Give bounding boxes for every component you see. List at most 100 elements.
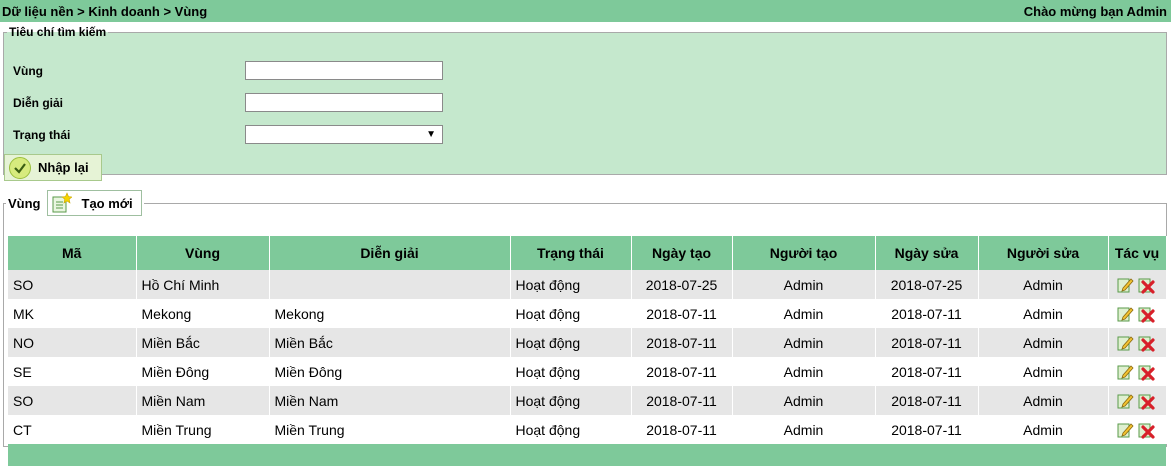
created-date-cell: 2018-07-11 <box>631 357 733 386</box>
region-cell: Miền Bắc <box>136 328 270 357</box>
table-row[interactable]: MK Mekong Mekong Hoạt động 2018-07-11 Ad… <box>8 299 1167 328</box>
description-label: Diễn giải <box>13 96 64 110</box>
edit-icon[interactable] <box>1116 363 1134 381</box>
created-by-cell: Admin <box>732 415 876 444</box>
modified-date-cell: 2018-07-11 <box>875 299 979 328</box>
created-date-cell: 2018-07-25 <box>631 270 733 299</box>
table-header-row: Mã Vùng Diễn giải Trạng thái Ngày tạo Ng… <box>8 236 1167 270</box>
code-cell: SO <box>8 386 137 415</box>
modified-date-cell: 2018-07-11 <box>875 415 979 444</box>
table-footer-bar <box>8 444 1166 466</box>
column-header[interactable]: Mã <box>8 236 137 270</box>
description-cell <box>269 270 511 299</box>
code-cell: SE <box>8 357 137 386</box>
code-cell: CT <box>8 415 137 444</box>
top-bar: Dữ liệu nền > Kinh doanh > Vùng Chào mừn… <box>0 0 1171 22</box>
edit-icon[interactable] <box>1116 421 1134 439</box>
description-cell: Miền Nam <box>269 386 511 415</box>
status-cell: Hoạt động <box>510 299 632 328</box>
reset-button[interactable]: Nhập lại <box>4 154 102 181</box>
actions-cell <box>1108 328 1167 357</box>
created-date-cell: 2018-07-11 <box>631 299 733 328</box>
create-new-button[interactable]: Tạo mới <box>46 190 142 216</box>
created-date-cell: 2018-07-11 <box>631 415 733 444</box>
created-by-cell: Admin <box>732 357 876 386</box>
delete-icon[interactable] <box>1137 392 1155 410</box>
created-date-cell: 2018-07-11 <box>631 328 733 357</box>
region-table: Mã Vùng Diễn giải Trạng thái Ngày tạo Ng… <box>8 236 1167 444</box>
created-by-cell: Admin <box>732 270 876 299</box>
description-cell: Miền Đông <box>269 357 511 386</box>
table-row[interactable]: SO Miền Nam Miền Nam Hoạt động 2018-07-1… <box>8 386 1167 415</box>
modified-by-cell: Admin <box>978 357 1109 386</box>
modified-date-cell: 2018-07-25 <box>875 270 979 299</box>
edit-icon[interactable] <box>1116 305 1134 323</box>
region-cell: Miền Trung <box>136 415 270 444</box>
code-cell: MK <box>8 299 137 328</box>
status-select[interactable]: ▼ <box>245 125 443 144</box>
search-legend: Tiêu chí tìm kiếm <box>9 25 107 39</box>
description-cell: Miền Trung <box>269 415 511 444</box>
column-header[interactable]: Người tạo <box>732 236 876 270</box>
new-document-icon <box>50 192 73 214</box>
column-header[interactable]: Diễn giải <box>269 236 511 270</box>
modified-by-cell: Admin <box>978 386 1109 415</box>
actions-cell <box>1108 357 1167 386</box>
status-label: Trạng thái <box>13 128 71 142</box>
delete-icon[interactable] <box>1137 363 1155 381</box>
created-by-cell: Admin <box>732 299 876 328</box>
region-cell: Mekong <box>136 299 270 328</box>
created-date-cell: 2018-07-11 <box>631 386 733 415</box>
status-cell: Hoạt động <box>510 328 632 357</box>
column-header: Tác vụ <box>1108 236 1167 270</box>
list-legend: Vùng Tạo mới <box>6 190 144 216</box>
description-cell: Miền Bắc <box>269 328 511 357</box>
column-header[interactable]: Ngày tạo <box>631 236 733 270</box>
edit-icon[interactable] <box>1116 392 1134 410</box>
modified-by-cell: Admin <box>978 270 1109 299</box>
region-label: Vùng <box>13 64 43 78</box>
delete-icon[interactable] <box>1137 305 1155 323</box>
reset-button-label: Nhập lại <box>38 160 89 175</box>
table-row[interactable]: SO Hồ Chí Minh Hoạt động 2018-07-25 Admi… <box>8 270 1167 299</box>
modified-date-cell: 2018-07-11 <box>875 357 979 386</box>
region-cell: Miền Đông <box>136 357 270 386</box>
actions-cell <box>1108 415 1167 444</box>
search-panel: Tiêu chí tìm kiếm Vùng Diễn giải Trạng t… <box>3 25 1167 181</box>
table-row[interactable]: CT Miền Trung Miền Trung Hoạt động 2018-… <box>8 415 1167 444</box>
breadcrumb: Dữ liệu nền > Kinh doanh > Vùng <box>2 4 208 19</box>
edit-icon[interactable] <box>1116 334 1134 352</box>
status-cell: Hoạt động <box>510 386 632 415</box>
modified-date-cell: 2018-07-11 <box>875 386 979 415</box>
delete-icon[interactable] <box>1137 276 1155 294</box>
description-input[interactable] <box>245 93 443 112</box>
region-list-panel: Vùng Tạo mới Mã Vùng Diễn giải Trạng thá… <box>3 190 1167 466</box>
delete-icon[interactable] <box>1137 334 1155 352</box>
modified-date-cell: 2018-07-11 <box>875 328 979 357</box>
checkmark-icon <box>9 157 31 179</box>
edit-icon[interactable] <box>1116 276 1134 294</box>
column-header[interactable]: Vùng <box>136 236 270 270</box>
modified-by-cell: Admin <box>978 415 1109 444</box>
region-input[interactable] <box>245 61 443 80</box>
table-row[interactable]: SE Miền Đông Miền Đông Hoạt động 2018-07… <box>8 357 1167 386</box>
welcome-text: Chào mừng bạn Admin <box>1023 4 1167 19</box>
column-header[interactable]: Người sửa <box>978 236 1109 270</box>
created-by-cell: Admin <box>732 328 876 357</box>
modified-by-cell: Admin <box>978 328 1109 357</box>
status-cell: Hoạt động <box>510 270 632 299</box>
actions-cell <box>1108 299 1167 328</box>
column-header[interactable]: Trạng thái <box>510 236 632 270</box>
delete-icon[interactable] <box>1137 421 1155 439</box>
created-by-cell: Admin <box>732 386 876 415</box>
create-new-label: Tạo mới <box>81 195 133 211</box>
description-cell: Mekong <box>269 299 511 328</box>
status-cell: Hoạt động <box>510 357 632 386</box>
actions-cell <box>1108 270 1167 299</box>
actions-cell <box>1108 386 1167 415</box>
dropdown-arrow-icon: ▼ <box>426 129 436 140</box>
table-row[interactable]: NO Miền Bắc Miền Bắc Hoạt động 2018-07-1… <box>8 328 1167 357</box>
region-cell: Miền Nam <box>136 386 270 415</box>
column-header[interactable]: Ngày sửa <box>875 236 979 270</box>
status-cell: Hoạt động <box>510 415 632 444</box>
